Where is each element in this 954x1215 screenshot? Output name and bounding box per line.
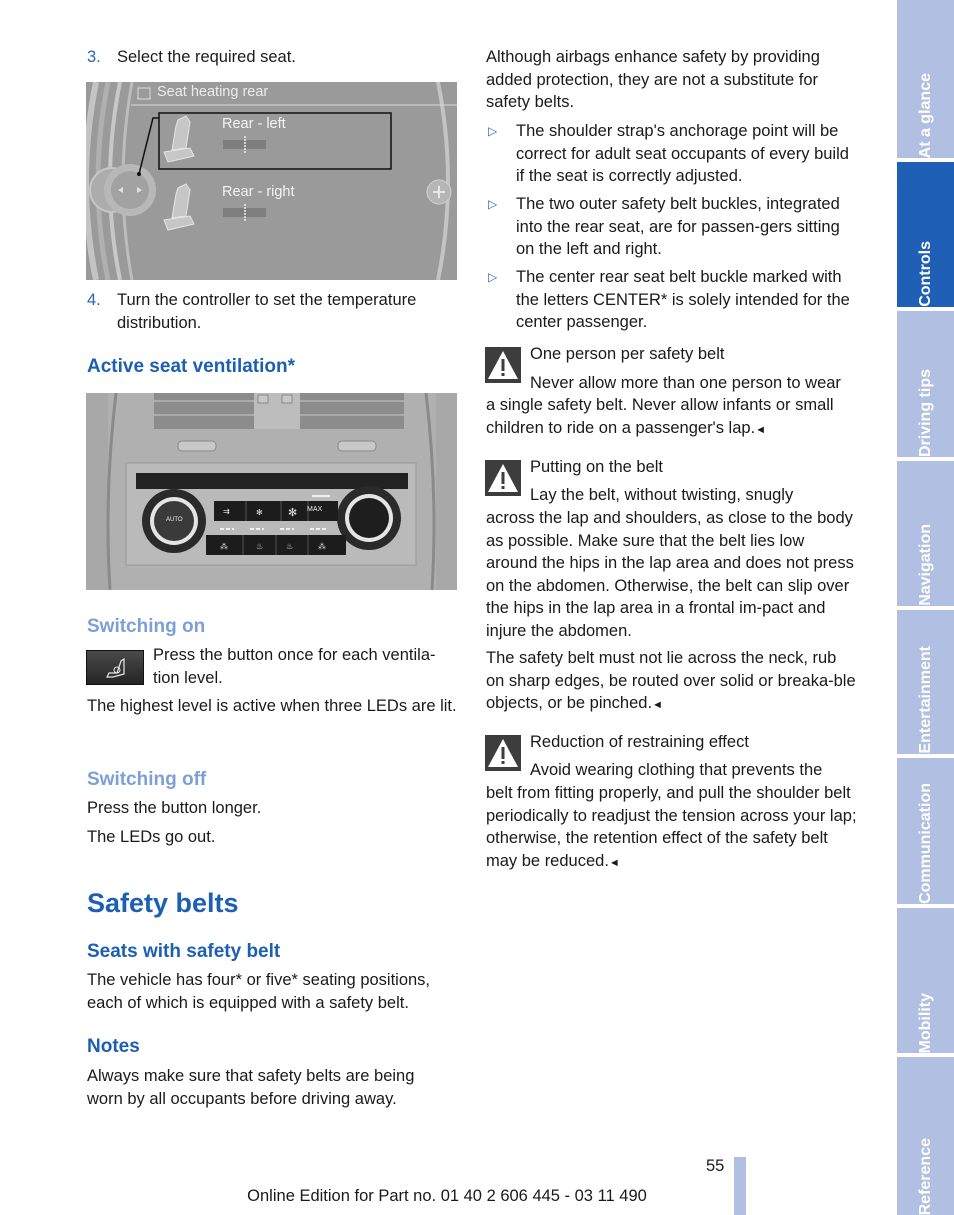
section-heading-notes: Notes <box>87 1036 140 1057</box>
warning-first-line: Avoid wearing clothing that prevents the <box>530 761 823 779</box>
auto-button-label: AUTO <box>166 517 183 523</box>
warning-extra: The safety belt must not lie across the … <box>486 647 858 717</box>
warning-title: Reduction of restraining effect <box>530 733 749 751</box>
svg-text:♨: ♨ <box>256 542 263 551</box>
step-4: 4. Turn the controller to set the tempera… <box>87 289 457 334</box>
screen-title: Seat heating rear <box>157 84 269 100</box>
tab-label: Navigation <box>916 524 934 606</box>
svg-text:♨: ♨ <box>286 542 293 551</box>
bullet-item: ▷ The two outer safety belt buckles, int… <box>486 193 858 261</box>
end-mark-icon: ◄ <box>608 856 620 869</box>
tab-at-a-glance[interactable]: At a glance <box>897 0 954 158</box>
seats-text: The vehicle has four* or five* seating p… <box>87 971 431 1012</box>
warning-body: across the lap and shoulders, as close t… <box>486 509 854 640</box>
switching-off-text-2: The LEDs go out. <box>87 828 216 846</box>
warning-first-line: Never allow more than one person to wear <box>530 374 841 392</box>
end-mark-icon: ◄ <box>652 699 663 711</box>
tab-label: Reference <box>916 1137 934 1215</box>
step-number: 3. <box>87 48 101 66</box>
tab-communication[interactable]: Communication <box>897 758 954 904</box>
bullet-text: The shoulder strap's anchorage point wil… <box>516 122 849 185</box>
warning-triangle-icon <box>485 460 521 496</box>
step-text: Select the required seat. <box>117 48 296 66</box>
section-heading-seats-with-safety-belt: Seats with safety belt <box>87 941 281 962</box>
seat-heating-screen-graphic <box>86 82 457 280</box>
switching-off-text-1: Press the button longer. <box>87 799 262 817</box>
tab-label: Driving tips <box>916 368 934 457</box>
tab-navigation[interactable]: Navigation <box>897 461 954 606</box>
end-mark-icon: ◄ <box>755 423 767 436</box>
bullet-item: ▷ The center rear seat belt buckle marke… <box>486 266 858 334</box>
chapter-sidebar: At a glance Controls Driving tips Naviga… <box>897 0 954 1215</box>
tab-label: Communication <box>916 783 934 904</box>
page-number: 55 <box>706 1157 725 1175</box>
airbag-intro-text: Although airbags enhance safety by provi… <box>486 48 820 111</box>
warning-triangle-icon <box>485 347 521 383</box>
svg-text:✻: ✻ <box>256 508 263 517</box>
tab-label: At a glance <box>916 72 934 158</box>
step-3: 3. Select the required seat. <box>87 46 457 69</box>
bullet-text: The center rear seat belt buckle marked … <box>516 268 850 331</box>
svg-text:⁂: ⁂ <box>318 542 326 551</box>
warning-extra-text: The safety belt must not lie across the … <box>486 649 856 712</box>
section-heading-switching-on: Switching on <box>87 616 206 637</box>
highest-level-note: The highest level is active when three L… <box>87 697 457 715</box>
section-heading-switching-off: Switching off <box>87 769 207 790</box>
tab-controls[interactable]: Controls <box>897 162 954 307</box>
step-text: Turn the controller to set the temperatu… <box>117 291 417 332</box>
bullet-triangle-icon: ▷ <box>488 197 498 211</box>
svg-text:⁂: ⁂ <box>220 542 228 551</box>
svg-text:⇉: ⇉ <box>223 507 230 516</box>
seat-ventilation-button-icon <box>86 650 144 685</box>
climate-panel-graphic: ⇉ ✻ ✻ ⁂ ♨ ♨ ⁂ <box>86 393 457 590</box>
section-heading-active-seat-ventilation: Active seat ventilation* <box>87 356 296 377</box>
footer-edition: Online Edition for Part no. 01 40 2 606 … <box>247 1187 647 1205</box>
page-marker-bar <box>734 1157 746 1215</box>
warning-body: a single safety belt. Never allow infant… <box>486 394 858 441</box>
tab-driving-tips[interactable]: Driving tips <box>897 311 954 457</box>
seat-ventilation-icon <box>106 657 125 678</box>
rear-right-label: Rear - right <box>222 184 295 200</box>
svg-text:✻: ✻ <box>288 507 297 519</box>
warning-title: Putting on the belt <box>530 458 664 476</box>
warning-triangle-icon <box>485 735 521 771</box>
rear-left-label: Rear - left <box>222 116 286 132</box>
bullet-triangle-icon: ▷ <box>488 124 498 138</box>
warning-body: belt from fitting properly, and pull the… <box>486 782 858 874</box>
tab-reference[interactable]: Reference <box>897 1057 954 1215</box>
section-heading-safety-belts: Safety belts <box>87 888 239 918</box>
warning-first-line: Lay the belt, without twisting, snugly <box>530 486 794 504</box>
warning-title: One person per safety belt <box>530 345 725 363</box>
tab-mobility[interactable]: Mobility <box>897 908 954 1053</box>
switching-on-line-2: tion level. <box>153 668 223 687</box>
tab-label: Controls <box>916 241 934 307</box>
bullet-triangle-icon: ▷ <box>488 270 498 284</box>
switching-on-text: Press the button once for each ventila- … <box>153 644 463 689</box>
step-number: 4. <box>87 291 101 309</box>
climate-control-panel-figure: ⇉ ✻ ✻ ⁂ ♨ ♨ ⁂ AUTO MAX <box>86 393 457 590</box>
notes-text: Always make sure that safety belts are b… <box>87 1067 415 1108</box>
switching-on-line-1: Press the button once for each ventila- <box>153 646 436 664</box>
tab-label: Entertainment <box>916 646 934 754</box>
seat-heating-screen-figure: Seat heating rear Rear - left Rear - rig… <box>86 82 457 280</box>
tab-label: Mobility <box>916 992 934 1053</box>
warning-body-text: a single safety belt. Never allow infant… <box>486 396 834 437</box>
tab-entertainment[interactable]: Entertainment <box>897 610 954 754</box>
warning-body-text: belt from fitting properly, and pull the… <box>486 784 857 870</box>
max-button-label: MAX <box>307 506 323 513</box>
bullet-item: ▷ The shoulder strap's anchorage point w… <box>486 120 858 188</box>
bullet-text: The two outer safety belt buckles, integ… <box>516 195 840 258</box>
